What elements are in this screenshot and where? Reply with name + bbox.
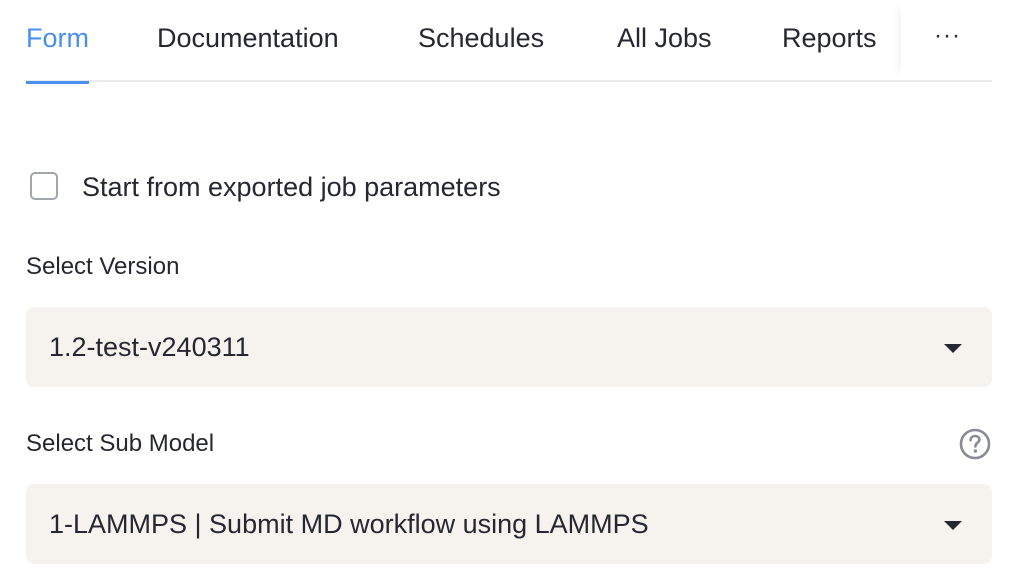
start-from-exported-label: Start from exported job parameters — [82, 172, 501, 202]
sub-model-select-value: 1-LAMMPS | Submit MD workflow using LAMM… — [49, 509, 649, 539]
tab-overflow-button[interactable]: ··· — [901, 0, 992, 80]
tab-form[interactable]: Form — [26, 0, 89, 84]
version-select[interactable]: 1.2-test-v240311 — [26, 307, 992, 387]
tab-schedules[interactable]: Schedules — [418, 0, 544, 82]
sub-model-select[interactable]: 1-LAMMPS | Submit MD workflow using LAMM… — [26, 484, 992, 564]
select-version-label: Select Version — [26, 253, 180, 280]
tab-all-jobs[interactable]: All Jobs — [617, 0, 712, 82]
question-circle-icon[interactable] — [958, 427, 992, 461]
tab-documentation[interactable]: Documentation — [157, 0, 339, 82]
caret-down-icon — [944, 521, 962, 530]
more-horizontal-icon: ··· — [934, 22, 961, 49]
start-from-exported-checkbox[interactable] — [30, 172, 58, 200]
tab-reports[interactable]: Reports — [782, 0, 877, 82]
tab-bar: Form Documentation Schedules All Jobs Re… — [26, 0, 992, 84]
select-sub-model-label: Select Sub Model — [26, 430, 215, 457]
version-select-value: 1.2-test-v240311 — [49, 332, 250, 362]
caret-down-icon — [944, 344, 962, 353]
